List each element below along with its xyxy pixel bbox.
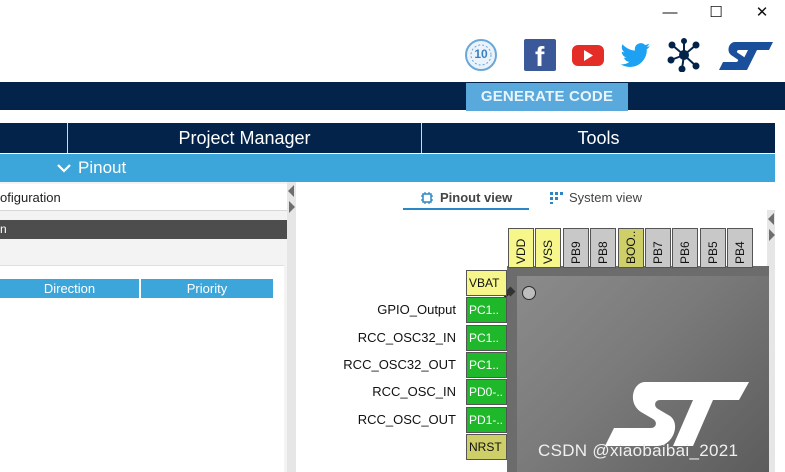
grid-icon bbox=[550, 192, 563, 204]
pinout-label: Pinout bbox=[78, 158, 127, 177]
pin-label: PB8 bbox=[596, 241, 611, 264]
pin-signal-label: RCC_OSC32_OUT bbox=[343, 356, 456, 372]
anniversary-badge-icon[interactable]: 10 bbox=[465, 38, 497, 72]
pin-pb4[interactable]: PB4 bbox=[727, 228, 754, 268]
pin-signal-label: GPIO_Output bbox=[377, 302, 456, 318]
pin-label: BOO.. bbox=[623, 230, 638, 264]
tab-project-manager[interactable]: Project Manager bbox=[68, 123, 421, 153]
facebook-icon[interactable]: f bbox=[524, 38, 556, 72]
pin-label: PB7 bbox=[651, 241, 665, 264]
pin-boo[interactable]: BOO.. bbox=[617, 228, 644, 268]
st-logo-icon[interactable] bbox=[717, 38, 777, 72]
pin-vss[interactable]: VSS bbox=[535, 228, 562, 268]
column-header-direction[interactable]: Direction bbox=[0, 279, 139, 298]
column-header-priority[interactable]: Priority bbox=[141, 279, 273, 298]
pinout-bar[interactable]: Pinout bbox=[0, 154, 775, 182]
configuration-title: ofiguration bbox=[0, 184, 287, 211]
toolbar-band bbox=[0, 82, 785, 110]
expand-right-icon[interactable] bbox=[289, 201, 295, 213]
pin-pb9[interactable]: PB9 bbox=[562, 228, 589, 268]
panel-splitter[interactable] bbox=[287, 182, 296, 472]
pin-label: PB9 bbox=[568, 241, 583, 264]
tab-tools[interactable]: Tools bbox=[422, 123, 775, 153]
pin-pb8[interactable]: PB8 bbox=[590, 228, 617, 268]
pin-signal-label: RCC_OSC_IN bbox=[372, 384, 456, 400]
expand-right-icon[interactable] bbox=[769, 229, 775, 241]
pin-pc1[interactable]: PC1.. bbox=[466, 297, 507, 324]
pin-pb6[interactable]: PB6 bbox=[672, 228, 699, 268]
pin-pb7[interactable]: PB7 bbox=[645, 228, 671, 268]
close-button[interactable]: ✕ bbox=[751, 2, 773, 24]
minimize-button[interactable]: — bbox=[659, 2, 681, 24]
pin1-marker bbox=[522, 286, 536, 300]
system-view-label: System view bbox=[569, 190, 642, 205]
collapse-left-icon[interactable] bbox=[768, 213, 774, 225]
pin-label: PB5 bbox=[705, 241, 720, 264]
twitter-icon[interactable] bbox=[619, 38, 653, 72]
chevron-down-icon bbox=[57, 164, 71, 173]
pin-pc1[interactable]: PC1.. bbox=[466, 324, 507, 351]
pin-nrst[interactable]: NRST bbox=[466, 433, 507, 460]
network-icon[interactable] bbox=[667, 38, 701, 73]
pinout-view-label: Pinout view bbox=[440, 190, 513, 205]
pin-signal-label: RCC_OSC32_IN bbox=[357, 329, 456, 345]
chip-icon bbox=[421, 192, 433, 204]
section-header-bar: n bbox=[0, 220, 287, 239]
main-tabs: Project Manager Tools bbox=[0, 123, 775, 153]
maximize-button[interactable]: ☐ bbox=[705, 2, 727, 24]
pin-label: PB4 bbox=[733, 241, 748, 264]
watermark-text: CSDN @xiaobaibai_2021 bbox=[538, 441, 739, 460]
pin-label: PB6 bbox=[678, 241, 693, 264]
pin-vbat[interactable]: VBAT bbox=[466, 270, 507, 296]
youtube-icon[interactable] bbox=[571, 38, 605, 72]
pin-pd1[interactable]: PD1-.. bbox=[466, 406, 507, 433]
pin-pd0[interactable]: PD0-.. bbox=[466, 379, 507, 406]
facebook-glyph: f bbox=[535, 41, 545, 72]
pin-signal-label: RCC_OSC_OUT bbox=[357, 411, 456, 427]
active-tab-underline bbox=[403, 208, 529, 210]
generate-code-button[interactable]: GENERATE CODE bbox=[466, 83, 628, 111]
collapse-left-icon[interactable] bbox=[288, 185, 294, 197]
pin-pc1[interactable]: PC1.. bbox=[466, 351, 507, 378]
pin-label: VDD bbox=[514, 238, 528, 264]
badge-text: 10 bbox=[474, 47, 488, 61]
pin-vdd[interactable]: VDD bbox=[508, 228, 534, 268]
pin-pb5[interactable]: PB5 bbox=[699, 228, 726, 268]
pin-label: VSS bbox=[541, 239, 556, 264]
